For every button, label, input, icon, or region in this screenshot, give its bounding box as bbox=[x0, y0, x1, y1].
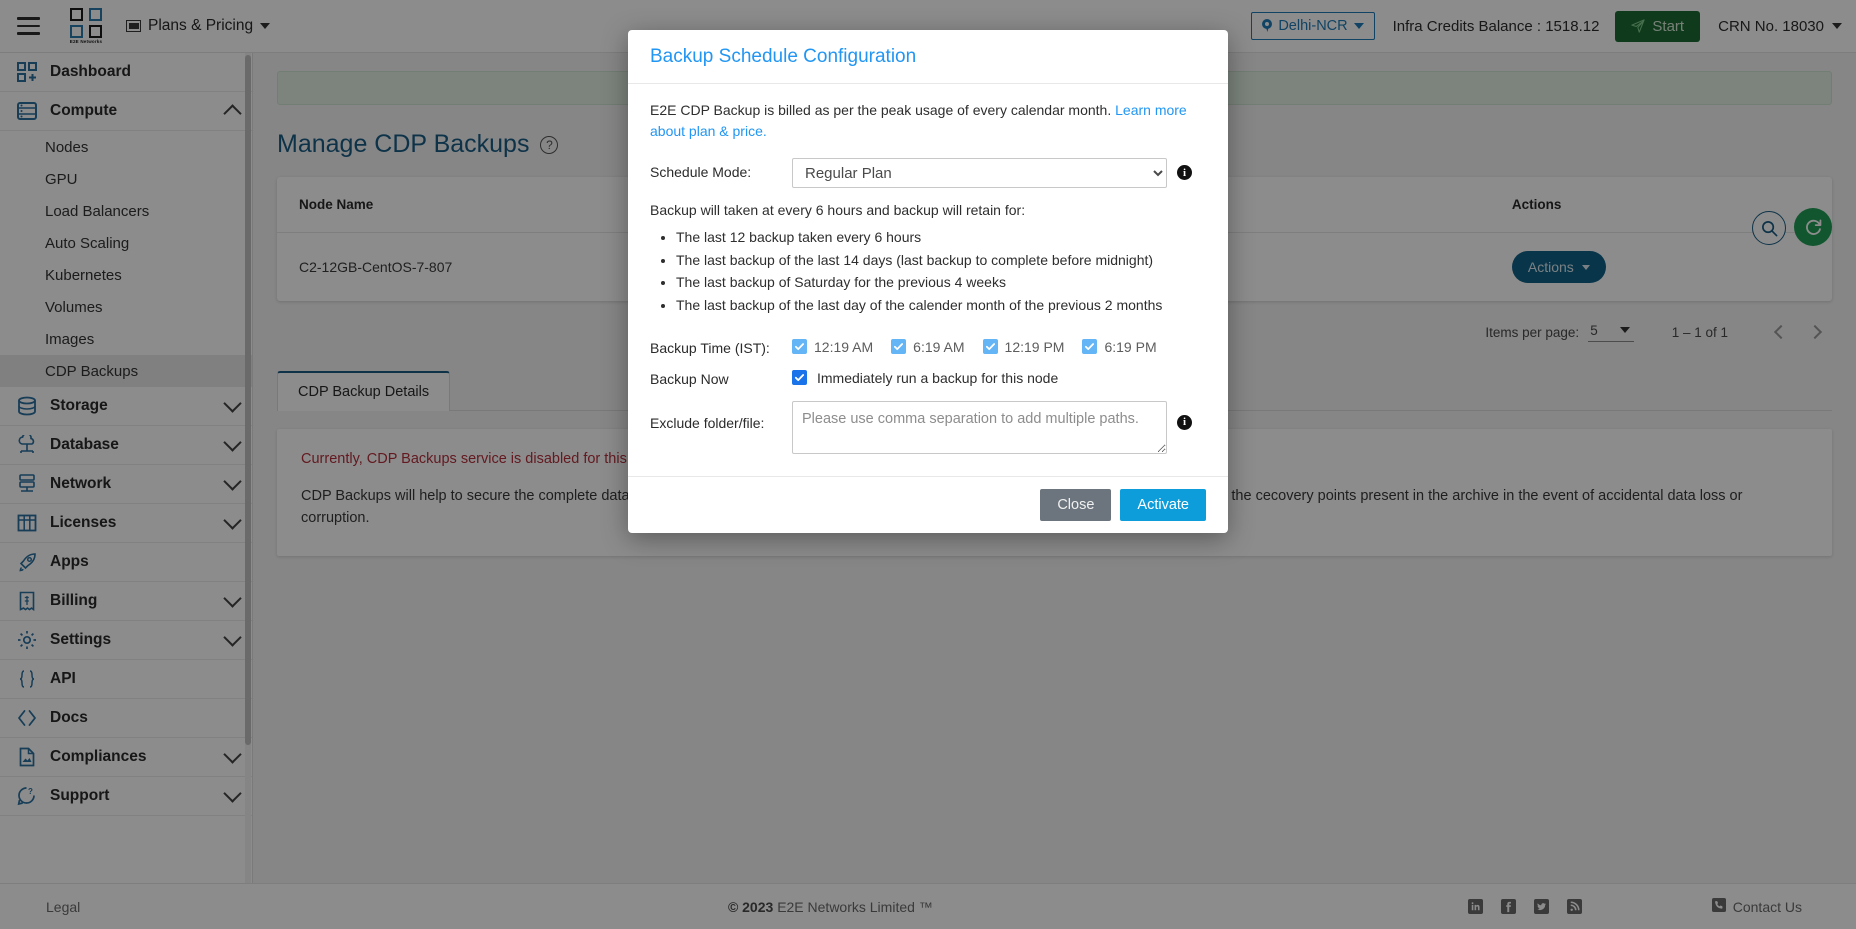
retention-list: The last 12 backup taken every 6 hours T… bbox=[676, 226, 1206, 317]
app-root: E2E Networks Plans & Pricing Delhi-NCR I… bbox=[0, 0, 1856, 929]
activate-button[interactable]: Activate bbox=[1120, 488, 1206, 521]
modal-header: Backup Schedule Configuration bbox=[628, 30, 1228, 84]
backup-time-option[interactable]: 12:19 PM bbox=[982, 338, 1065, 355]
schedule-mode-row: Schedule Mode: Regular Plan i bbox=[650, 158, 1206, 188]
info-icon[interactable]: i bbox=[1177, 414, 1192, 430]
modal-footer: Close Activate bbox=[628, 475, 1228, 533]
info-icon[interactable]: i bbox=[1177, 165, 1192, 180]
backup-time-value: 12:19 AM bbox=[814, 338, 874, 355]
list-item: The last backup of the last day of the c… bbox=[676, 294, 1206, 317]
modal-title: Backup Schedule Configuration bbox=[650, 46, 917, 67]
backup-now-text: Immediately run a backup for this node bbox=[817, 369, 1059, 386]
backup-schedule-modal: Backup Schedule Configuration E2E CDP Ba… bbox=[628, 30, 1228, 533]
list-item: The last 12 backup taken every 6 hours bbox=[676, 226, 1206, 249]
backup-time-value: 6:19 PM bbox=[1104, 338, 1157, 355]
close-button[interactable]: Close bbox=[1040, 488, 1112, 521]
backup-time-option[interactable]: 6:19 PM bbox=[1082, 338, 1157, 355]
backup-now-checkbox[interactable] bbox=[792, 370, 807, 386]
backup-time-value: 12:19 PM bbox=[1004, 338, 1065, 355]
backup-time-value: 6:19 AM bbox=[913, 338, 965, 355]
backup-time-row: Backup Time (IST): 12:19 AM 6:19 AM 12:1… bbox=[650, 339, 1206, 356]
backup-now-row: Backup Now Immediately run a backup for … bbox=[650, 370, 1206, 387]
checkbox-checked-icon[interactable] bbox=[1082, 339, 1098, 355]
schedule-mode-select[interactable]: Regular Plan bbox=[792, 158, 1167, 188]
exclude-label: Exclude folder/file: bbox=[650, 414, 765, 431]
checkbox-checked-icon[interactable] bbox=[792, 339, 807, 355]
billing-note: E2E CDP Backup is billed as per the peak… bbox=[650, 100, 1206, 142]
list-item: The last backup of the last 14 days (las… bbox=[676, 249, 1206, 272]
schedule-mode-label: Schedule Mode: bbox=[650, 164, 752, 180]
backup-time-label: Backup Time (IST): bbox=[650, 339, 770, 356]
retention-heading: Backup will taken at every 6 hours and b… bbox=[650, 202, 1026, 218]
backup-time-option[interactable]: 6:19 AM bbox=[891, 338, 965, 355]
checkbox-checked-icon[interactable] bbox=[891, 339, 907, 355]
backup-now-label: Backup Now bbox=[650, 370, 729, 387]
list-item: The last backup of Saturday for the prev… bbox=[676, 271, 1206, 294]
exclude-input[interactable] bbox=[792, 400, 1167, 454]
backup-time-options: 12:19 AM 6:19 AM 12:19 PM 6:19 PM bbox=[792, 339, 1167, 355]
modal-body: E2E CDP Backup is billed as per the peak… bbox=[628, 84, 1228, 476]
backup-time-option[interactable]: 12:19 AM bbox=[792, 339, 873, 355]
exclude-row: Exclude folder/file: i bbox=[650, 400, 1206, 454]
checkbox-checked-icon[interactable] bbox=[982, 339, 998, 355]
billing-note-text: E2E CDP Backup is billed as per the peak… bbox=[650, 102, 1112, 118]
